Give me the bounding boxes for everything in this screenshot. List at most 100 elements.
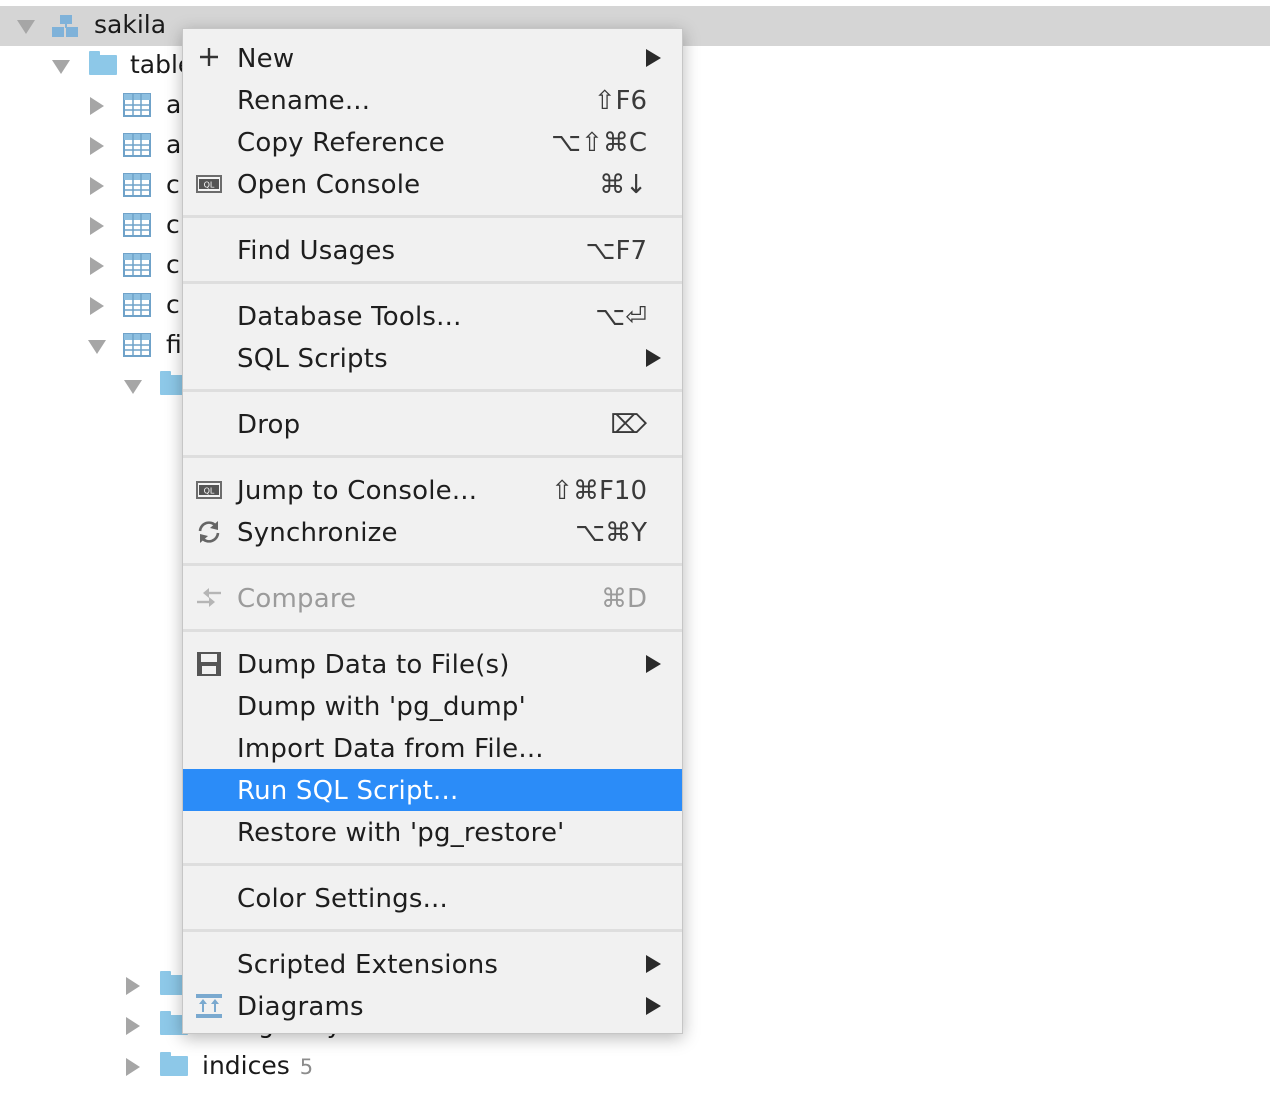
tree-label-indices: indices 5 xyxy=(202,1051,314,1080)
submenu-arrow-icon xyxy=(646,955,661,973)
menu-separator xyxy=(183,455,682,458)
submenu-arrow-icon xyxy=(646,349,661,367)
menu-item-label: New xyxy=(237,44,295,74)
tree-label-table: c xyxy=(166,210,180,239)
collapse-arrow-icon[interactable] xyxy=(126,1058,140,1076)
plus-icon xyxy=(195,45,223,71)
menu-item-run-sql-script[interactable]: Run SQL Script... xyxy=(183,769,682,811)
svg-text:QL: QL xyxy=(204,487,215,496)
compare-icon xyxy=(195,585,223,611)
menu-item-dump-with-pg-dump[interactable]: Dump with 'pg_dump' xyxy=(183,685,682,727)
tree-label-table: c xyxy=(166,250,180,279)
database-explorer: sakila table aaccccfi foreign keys1 indi… xyxy=(0,0,1270,1094)
menu-item-diagrams[interactable]: Diagrams xyxy=(183,985,682,1027)
tree-label-table: a xyxy=(166,130,182,159)
sql-console-icon: QL xyxy=(195,477,223,503)
collapse-arrow-icon[interactable] xyxy=(90,217,104,235)
tree-label-table: fi xyxy=(166,330,182,359)
menu-separator xyxy=(183,629,682,632)
menu-item-open-console[interactable]: QL Open Console ⌘↓ xyxy=(183,163,682,205)
menu-item-label: Run SQL Script... xyxy=(237,776,459,806)
expand-arrow-icon[interactable] xyxy=(17,20,35,34)
menu-item-dump-data-to-file-s[interactable]: Dump Data to File(s) xyxy=(183,643,682,685)
menu-item-label: Dump Data to File(s) xyxy=(237,650,510,680)
collapse-arrow-icon[interactable] xyxy=(126,977,140,995)
menu-item-drop[interactable]: Drop ⌦ xyxy=(183,403,682,445)
collapse-arrow-icon[interactable] xyxy=(90,137,104,155)
keyboard-shortcut: ⇧F6 xyxy=(593,86,647,116)
menu-separator xyxy=(183,215,682,218)
tree-node-indices[interactable]: indices 5 xyxy=(0,1047,1270,1087)
menu-item-label: Drop xyxy=(237,410,301,440)
menu-separator xyxy=(183,281,682,284)
menu-item-synchronize[interactable]: Synchronize ⌥⌘Y xyxy=(183,511,682,553)
table-icon xyxy=(123,253,151,277)
menu-item-label: Compare xyxy=(237,584,357,614)
menu-item-label: Synchronize xyxy=(237,518,398,548)
table-icon xyxy=(123,93,151,117)
menu-item-label: Scripted Extensions xyxy=(237,950,499,980)
menu-item-import-data-from-file[interactable]: Import Data from File... xyxy=(183,727,682,769)
table-icon xyxy=(123,293,151,317)
menu-item-find-usages[interactable]: Find Usages ⌥F7 xyxy=(183,229,682,271)
menu-item-color-settings[interactable]: Color Settings... xyxy=(183,877,682,919)
keyboard-shortcut: ⌥⏎ xyxy=(595,302,647,332)
menu-item-label: SQL Scripts xyxy=(237,344,388,374)
menu-item-label: Jump to Console... xyxy=(237,476,478,506)
menu-separator xyxy=(183,863,682,866)
context-menu: New Rename... ⇧F6 Copy Reference ⌥⇧⌘C QL Open … xyxy=(182,28,683,1034)
save-icon xyxy=(195,651,223,677)
menu-item-copy-reference[interactable]: Copy Reference ⌥⇧⌘C xyxy=(183,121,682,163)
keyboard-shortcut: ⌥⇧⌘C xyxy=(551,128,647,158)
keyboard-shortcut: ⌥⌘Y xyxy=(575,518,647,548)
menu-item-label: Copy Reference xyxy=(237,128,445,158)
collapse-arrow-icon[interactable] xyxy=(90,97,104,115)
menu-item-scripted-extensions[interactable]: Scripted Extensions xyxy=(183,943,682,985)
collapse-arrow-icon[interactable] xyxy=(126,1017,140,1035)
menu-item-compare: Compare ⌘D xyxy=(183,577,682,619)
expand-arrow-icon[interactable] xyxy=(88,340,106,354)
folder-icon xyxy=(160,1052,188,1076)
menu-item-label: Database Tools... xyxy=(237,302,462,332)
menu-item-label: Dump with 'pg_dump' xyxy=(237,692,526,722)
menu-separator xyxy=(183,389,682,392)
menu-item-label: Color Settings... xyxy=(237,884,448,914)
tree-label-table: c xyxy=(166,290,180,319)
menu-item-rename[interactable]: Rename... ⇧F6 xyxy=(183,79,682,121)
tree-label-sakila: sakila xyxy=(94,10,167,39)
folder-icon xyxy=(89,51,117,75)
table-icon xyxy=(123,133,151,157)
keyboard-shortcut: ⌘D xyxy=(600,584,647,614)
tree-label-table: a xyxy=(166,90,182,119)
table-icon xyxy=(123,173,151,197)
submenu-arrow-icon xyxy=(646,49,661,67)
keyboard-shortcut: ⌦ xyxy=(610,410,647,440)
collapse-arrow-icon[interactable] xyxy=(90,297,104,315)
table-icon xyxy=(123,333,151,357)
collapse-arrow-icon[interactable] xyxy=(90,257,104,275)
tree-label-table: c xyxy=(166,170,180,199)
submenu-arrow-icon xyxy=(646,997,661,1015)
menu-separator xyxy=(183,563,682,566)
menu-item-jump-to-console[interactable]: QL Jump to Console... ⇧⌘F10 xyxy=(183,469,682,511)
menu-separator xyxy=(183,929,682,932)
expand-arrow-icon[interactable] xyxy=(124,380,142,394)
diagram-icon xyxy=(195,993,223,1019)
menu-item-new[interactable]: New xyxy=(183,37,682,79)
menu-item-label: Import Data from File... xyxy=(237,734,544,764)
sql-console-icon: QL xyxy=(195,171,223,197)
item-count: 5 xyxy=(299,1055,314,1079)
table-icon xyxy=(123,213,151,237)
menu-item-restore-with-pg-restore[interactable]: Restore with 'pg_restore' xyxy=(183,811,682,853)
database-icon xyxy=(52,15,78,37)
menu-item-label: Diagrams xyxy=(237,992,364,1022)
sync-icon xyxy=(195,519,223,545)
keyboard-shortcut: ⌥F7 xyxy=(585,236,647,266)
keyboard-shortcut: ⌘↓ xyxy=(599,170,647,200)
collapse-arrow-icon[interactable] xyxy=(90,177,104,195)
menu-item-database-tools[interactable]: Database Tools... ⌥⏎ xyxy=(183,295,682,337)
svg-text:QL: QL xyxy=(204,181,215,190)
expand-arrow-icon[interactable] xyxy=(52,60,70,74)
menu-item-label: Open Console xyxy=(237,170,421,200)
menu-item-sql-scripts[interactable]: SQL Scripts xyxy=(183,337,682,379)
